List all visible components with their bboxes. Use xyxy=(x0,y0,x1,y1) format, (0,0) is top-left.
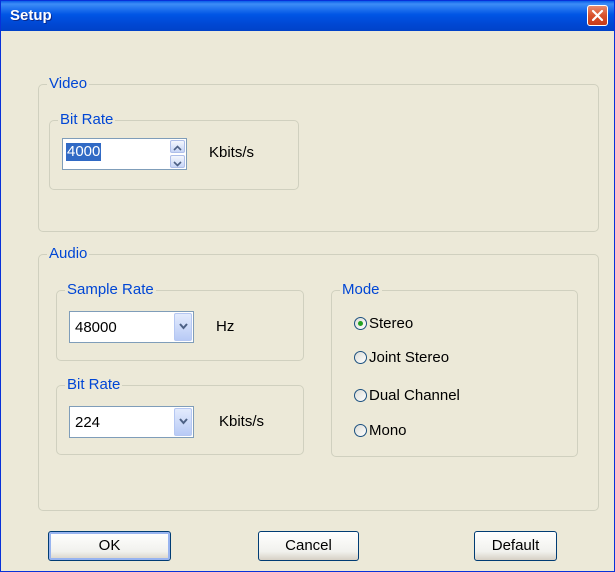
audio-bitrate-group: Bit Rate 224 Kbits/s xyxy=(56,376,304,455)
video-bitrate-value: 4000 xyxy=(66,143,102,161)
spin-up-button[interactable] xyxy=(170,140,185,153)
video-group: Video Bit Rate 4000 Kbits/s xyxy=(38,75,599,232)
chevron-down-icon xyxy=(173,161,182,167)
chevron-down-icon xyxy=(179,323,188,330)
radio-unselected-icon xyxy=(354,424,367,437)
sample-rate-label: Sample Rate xyxy=(65,281,156,299)
window-title: Setup xyxy=(10,7,52,24)
audio-bitrate-label: Bit Rate xyxy=(65,376,123,394)
video-bitrate-spinner xyxy=(170,140,185,168)
default-button[interactable]: Default xyxy=(474,531,557,561)
setup-dialog: Setup Video Bit Rate 4000 Kbits/s Audio … xyxy=(0,0,615,572)
mode-label: Mode xyxy=(340,281,382,299)
radio-stereo[interactable]: Stereo xyxy=(354,314,413,334)
radio-stereo-label: Stereo xyxy=(369,315,414,332)
radio-mono-label: Mono xyxy=(369,422,407,439)
close-icon xyxy=(591,9,604,22)
sample-rate-select[interactable]: 48000 xyxy=(69,311,194,343)
audio-bitrate-unit: Kbits/s xyxy=(219,413,265,430)
video-group-label: Video xyxy=(47,75,90,93)
radio-unselected-icon xyxy=(354,389,367,402)
audio-bitrate-dropdown-button[interactable] xyxy=(174,408,192,436)
video-bitrate-input[interactable]: 4000 xyxy=(62,138,187,170)
radio-mono[interactable]: Mono xyxy=(354,421,407,441)
video-bitrate-group: Bit Rate 4000 Kbits/s xyxy=(49,111,299,190)
dialog-body: Video Bit Rate 4000 Kbits/s Audio Sample… xyxy=(5,32,610,567)
chevron-up-icon xyxy=(173,145,182,151)
radio-joint-stereo[interactable]: Joint Stereo xyxy=(354,348,449,368)
chevron-down-icon xyxy=(179,418,188,425)
video-bitrate-label: Bit Rate xyxy=(58,111,116,129)
sample-rate-group: Sample Rate 48000 Hz xyxy=(56,281,304,361)
audio-group-label: Audio xyxy=(47,245,90,263)
cancel-button[interactable]: Cancel xyxy=(258,531,359,561)
radio-dual-channel-label: Dual Channel xyxy=(369,387,460,404)
radio-selected-icon xyxy=(354,317,367,330)
sample-rate-dropdown-button[interactable] xyxy=(174,313,192,341)
sample-rate-unit: Hz xyxy=(216,318,235,335)
radio-unselected-icon xyxy=(354,351,367,364)
audio-bitrate-value: 224 xyxy=(75,414,101,431)
sample-rate-value: 48000 xyxy=(75,319,117,336)
audio-group: Audio Sample Rate 48000 Hz Bit Rate 224 xyxy=(38,245,599,511)
title-bar[interactable]: Setup xyxy=(1,1,614,31)
mode-group: Mode Stereo Joint Stereo Dual Channel Mo… xyxy=(331,281,578,457)
video-bitrate-unit: Kbits/s xyxy=(209,144,255,161)
ok-button[interactable]: OK xyxy=(48,531,171,561)
spin-down-button[interactable] xyxy=(170,155,185,168)
audio-bitrate-select[interactable]: 224 xyxy=(69,406,194,438)
radio-dual-channel[interactable]: Dual Channel xyxy=(354,386,460,406)
radio-joint-stereo-label: Joint Stereo xyxy=(369,349,450,366)
close-button[interactable] xyxy=(587,5,608,26)
